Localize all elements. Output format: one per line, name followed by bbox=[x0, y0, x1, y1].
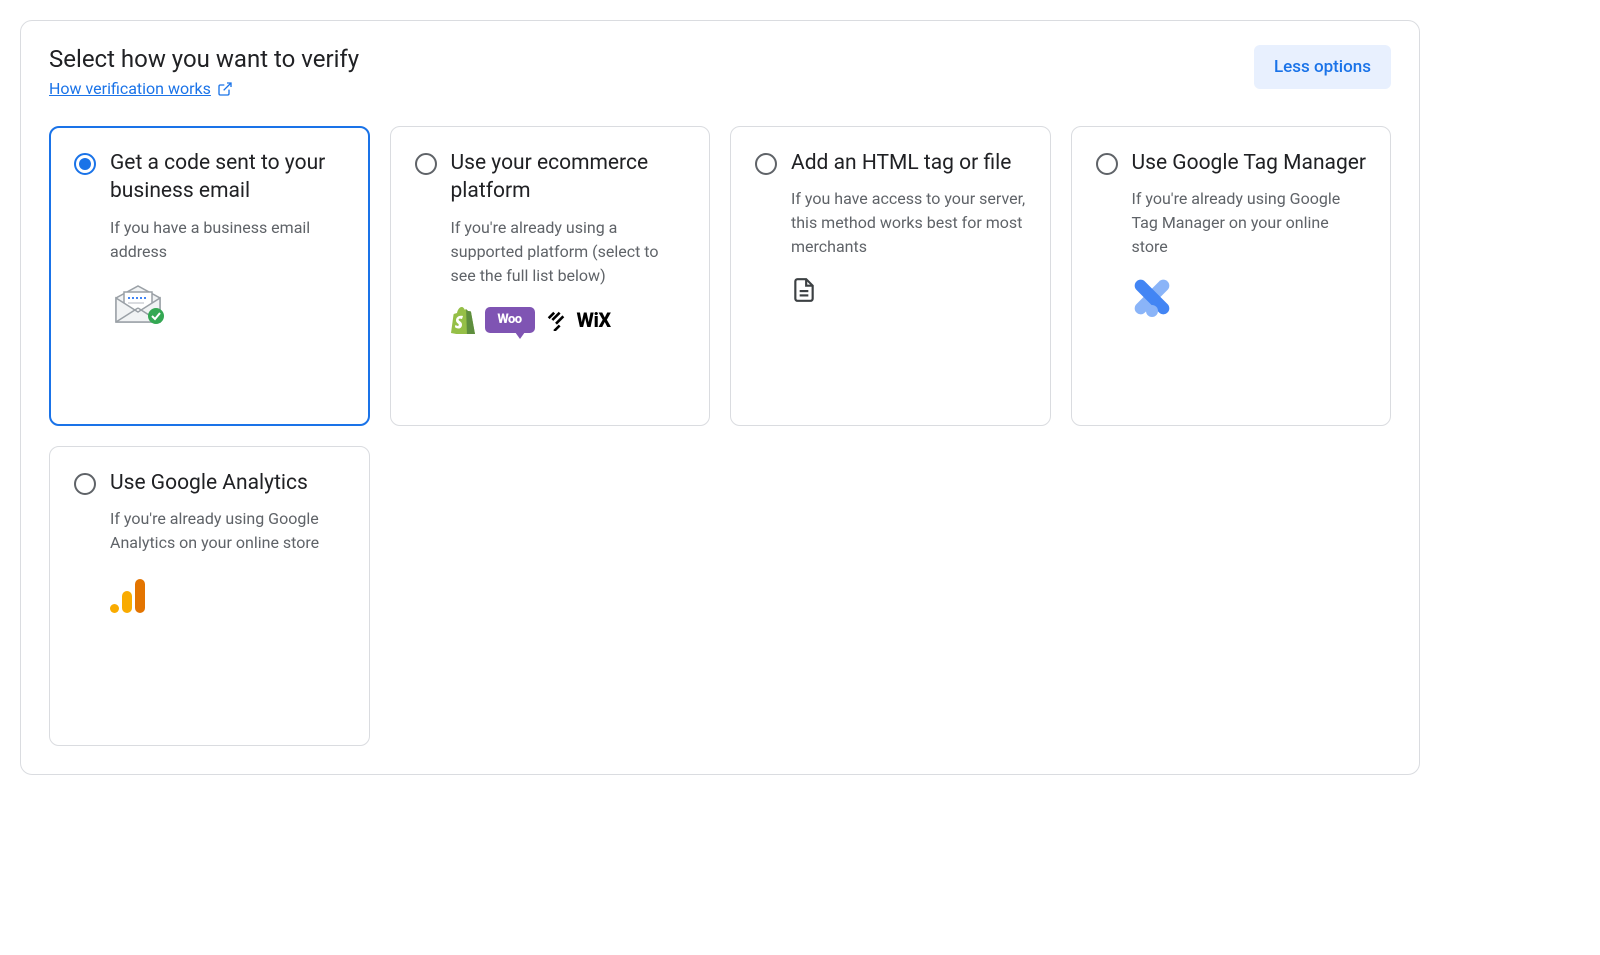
less-options-button[interactable]: Less options bbox=[1254, 45, 1391, 89]
card-body: Get a code sent to your business email I… bbox=[110, 149, 345, 324]
card-desc: If you're already using a supported plat… bbox=[451, 216, 686, 288]
card-body: Use Google Tag Manager If you're already… bbox=[1132, 149, 1367, 317]
how-verification-works-link[interactable]: How verification works bbox=[49, 79, 359, 98]
radio-button[interactable] bbox=[1096, 153, 1118, 175]
card-icon-area bbox=[1132, 277, 1367, 317]
google-analytics-icon bbox=[110, 573, 150, 613]
card-body: Use Google Analytics If you're already u… bbox=[110, 469, 345, 613]
header-row: Select how you want to verify How verifi… bbox=[49, 45, 1391, 98]
google-tag-manager-icon bbox=[1132, 277, 1172, 317]
card-desc: If you have access to your server, this … bbox=[791, 187, 1026, 259]
radio-button[interactable] bbox=[755, 153, 777, 175]
envelope-check-icon bbox=[110, 282, 166, 324]
shopify-icon bbox=[451, 306, 475, 334]
radio-button[interactable] bbox=[415, 153, 437, 175]
card-title: Use your ecommerce platform bbox=[451, 149, 686, 206]
card-body: Add an HTML tag or file If you have acce… bbox=[791, 149, 1026, 303]
page-title: Select how you want to verify bbox=[49, 45, 359, 73]
platform-logos: Woo WiX bbox=[451, 306, 686, 334]
option-card-ecommerce[interactable]: Use your ecommerce platform If you're al… bbox=[390, 126, 711, 426]
card-desc: If you have a business email address bbox=[110, 216, 345, 264]
squarespace-icon bbox=[545, 309, 567, 331]
card-body: Use your ecommerce platform If you're al… bbox=[451, 149, 686, 334]
card-title: Add an HTML tag or file bbox=[791, 149, 1026, 177]
verification-panel: Select how you want to verify How verifi… bbox=[20, 20, 1420, 775]
options-grid: Get a code sent to your business email I… bbox=[49, 126, 1391, 746]
radio-button[interactable] bbox=[74, 473, 96, 495]
option-card-email[interactable]: Get a code sent to your business email I… bbox=[49, 126, 370, 426]
option-card-html[interactable]: Add an HTML tag or file If you have acce… bbox=[730, 126, 1051, 426]
header-left: Select how you want to verify How verifi… bbox=[49, 45, 359, 98]
card-title: Get a code sent to your business email bbox=[110, 149, 345, 206]
woocommerce-icon: Woo bbox=[485, 307, 535, 333]
card-title: Use Google Tag Manager bbox=[1132, 149, 1367, 177]
card-icon-area bbox=[791, 277, 1026, 303]
option-card-ga[interactable]: Use Google Analytics If you're already u… bbox=[49, 446, 370, 746]
radio-button[interactable] bbox=[74, 153, 96, 175]
option-card-gtm[interactable]: Use Google Tag Manager If you're already… bbox=[1071, 126, 1392, 426]
card-icon-area bbox=[110, 573, 345, 613]
wix-icon: WiX bbox=[577, 308, 611, 332]
card-desc: If you're already using Google Tag Manag… bbox=[1132, 187, 1367, 259]
help-link-text: How verification works bbox=[49, 79, 211, 98]
external-link-icon bbox=[217, 81, 233, 97]
card-title: Use Google Analytics bbox=[110, 469, 345, 497]
card-icon-area bbox=[110, 282, 345, 324]
woo-label: Woo bbox=[497, 312, 521, 327]
file-icon bbox=[791, 277, 817, 303]
card-desc: If you're already using Google Analytics… bbox=[110, 507, 345, 555]
